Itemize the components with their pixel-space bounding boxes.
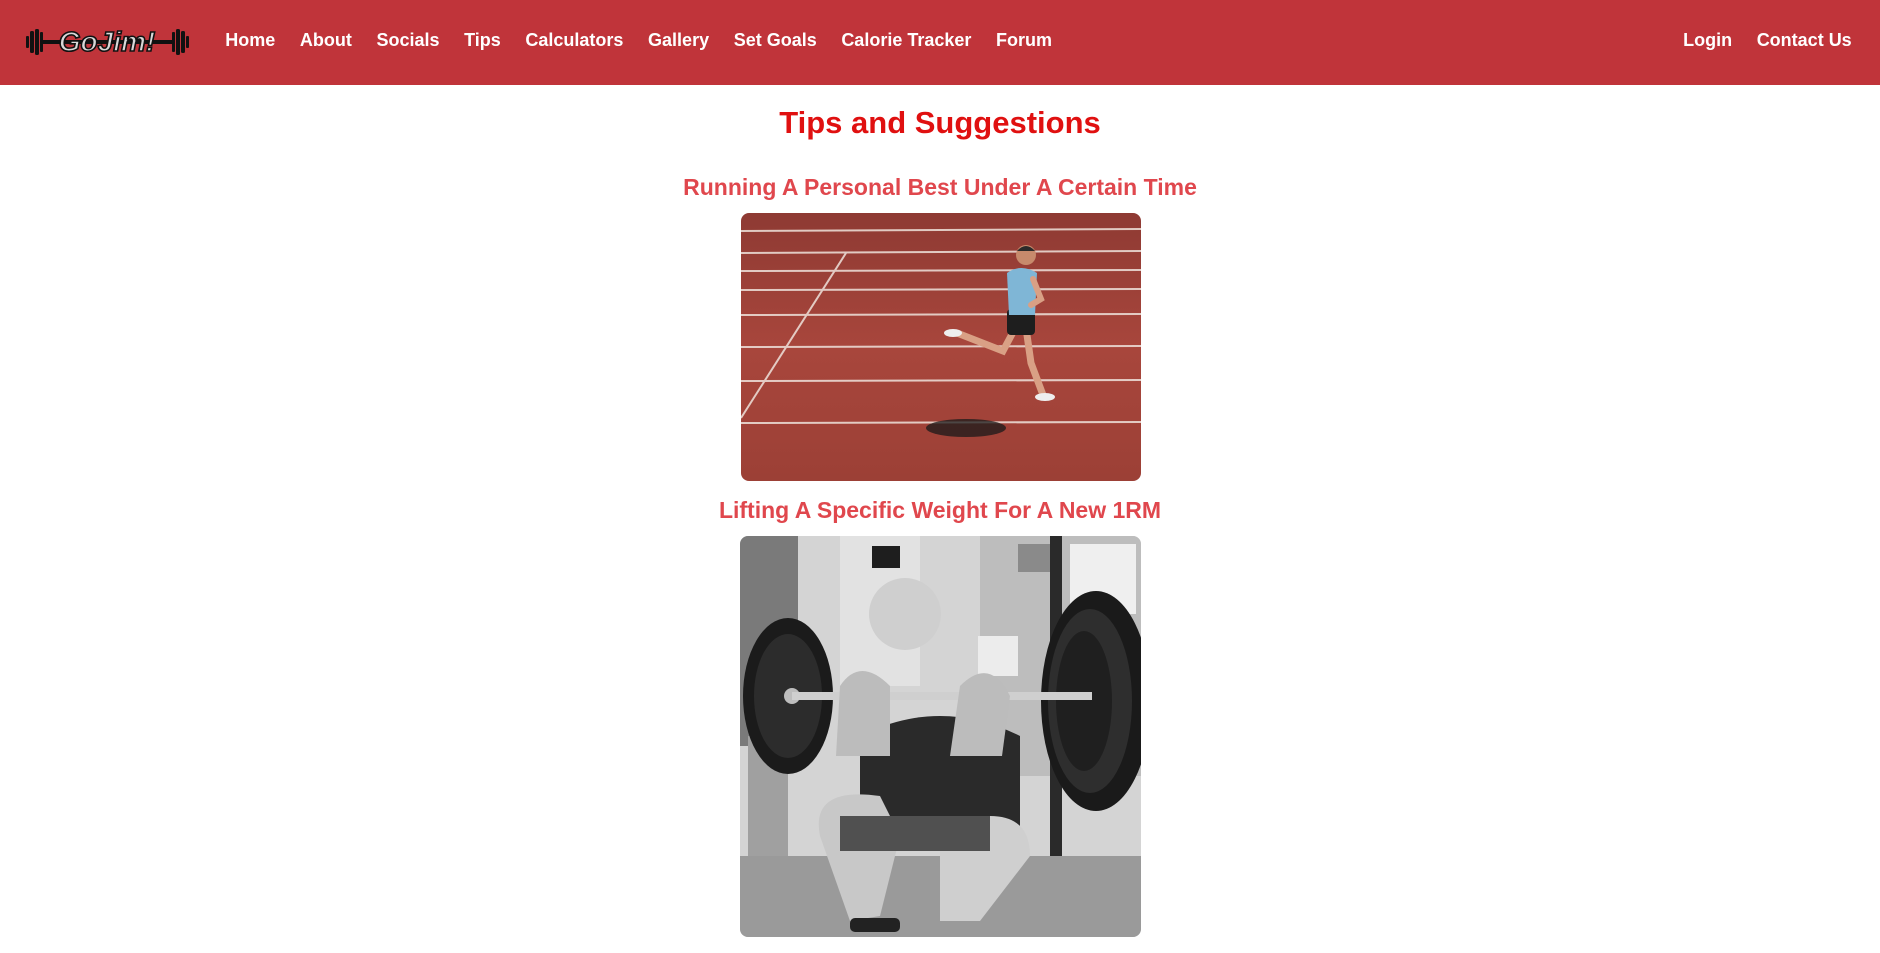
nav-forum[interactable]: Forum <box>984 30 1065 51</box>
nav-set-goals[interactable]: Set Goals <box>721 30 829 51</box>
page-title: Tips and Suggestions <box>779 105 1101 140</box>
tip-heading-lifting: Lifting A Specific Weight For A New 1RM <box>718 497 1162 523</box>
nav-tips[interactable]: Tips <box>452 30 513 51</box>
nav-home[interactable]: Home <box>213 30 288 51</box>
svg-text:GoJim!: GoJim! <box>59 26 155 57</box>
nav-login[interactable]: Login <box>1671 30 1745 51</box>
tip-heading-running: Running A Personal Best Under A Certain … <box>683 174 1197 200</box>
gojim-logo[interactable]: GoJim! <box>26 26 189 58</box>
nav-gallery[interactable]: Gallery <box>636 30 722 51</box>
runner-on-track-photo <box>741 213 1141 481</box>
nav-calorie-tracker[interactable]: Calorie Tracker <box>829 30 984 51</box>
account-nav: Login Contact Us <box>1671 0 1864 80</box>
barbell-front-squat-photo <box>740 536 1141 937</box>
navbar: GoJim! Home About Socials Tips Calculato… <box>0 0 1880 85</box>
nav-contact-us[interactable]: Contact Us <box>1744 30 1864 51</box>
main-nav: Home About Socials Tips Calculators Gall… <box>213 0 1064 80</box>
dumbbell-logo-icon: GoJim! <box>26 26 189 58</box>
nav-about[interactable]: About <box>288 30 365 51</box>
nav-calculators[interactable]: Calculators <box>513 30 636 51</box>
nav-socials[interactable]: Socials <box>364 30 452 51</box>
